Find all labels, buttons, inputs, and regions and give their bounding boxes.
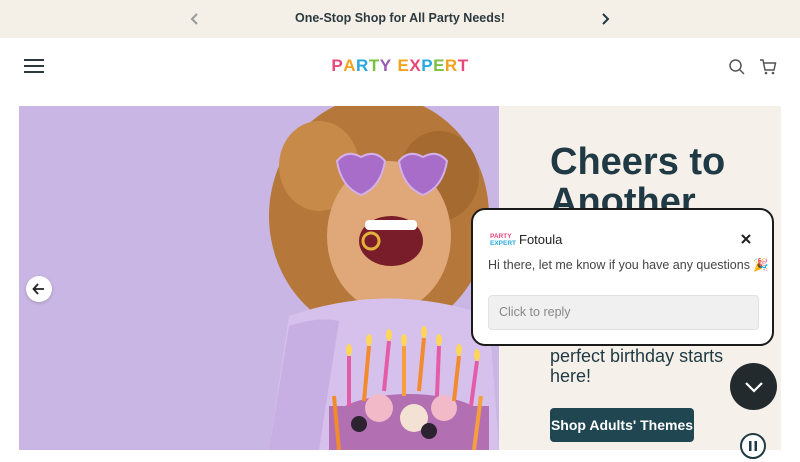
chevron-right-icon bbox=[602, 13, 610, 25]
chat-brand-logo: PARTY EXPERT bbox=[490, 233, 517, 247]
cart-icon bbox=[760, 59, 777, 75]
pause-slideshow-button[interactable] bbox=[740, 433, 766, 459]
announcement-bar: One-Stop Shop for All Party Needs! bbox=[0, 0, 800, 38]
arrow-left-icon bbox=[32, 283, 44, 295]
hero-photo bbox=[19, 106, 499, 450]
hero-subtext: perfect birthday starts here! bbox=[550, 346, 724, 386]
announcement-text: One-Stop Shop for All Party Needs! bbox=[295, 11, 505, 25]
chat-reply-input[interactable]: Click to reply bbox=[488, 295, 759, 330]
chat-popup: PARTY EXPERT Fotoula Hi there, let me kn… bbox=[471, 208, 774, 346]
pause-icon bbox=[749, 441, 757, 451]
shop-adults-themes-button[interactable]: Shop Adults' Themes bbox=[550, 408, 694, 442]
chevron-down-icon bbox=[744, 381, 763, 393]
woman-with-cake-illustration bbox=[19, 106, 499, 450]
search-button[interactable] bbox=[728, 58, 746, 76]
slide-prev-button[interactable] bbox=[26, 276, 52, 302]
cart-button[interactable] bbox=[759, 58, 777, 76]
site-logo[interactable]: PARTY EXPERT bbox=[0, 56, 800, 76]
chat-message: Hi there, let me know if you have any qu… bbox=[488, 258, 769, 272]
chat-agent-name: Fotoula bbox=[519, 232, 563, 247]
announcement-next-button[interactable] bbox=[596, 10, 614, 28]
search-icon bbox=[729, 59, 745, 75]
chat-close-button[interactable] bbox=[739, 232, 753, 246]
chat-toggle-button[interactable] bbox=[730, 363, 777, 410]
site-header: PARTY EXPERT bbox=[0, 38, 800, 106]
close-icon bbox=[741, 234, 751, 244]
